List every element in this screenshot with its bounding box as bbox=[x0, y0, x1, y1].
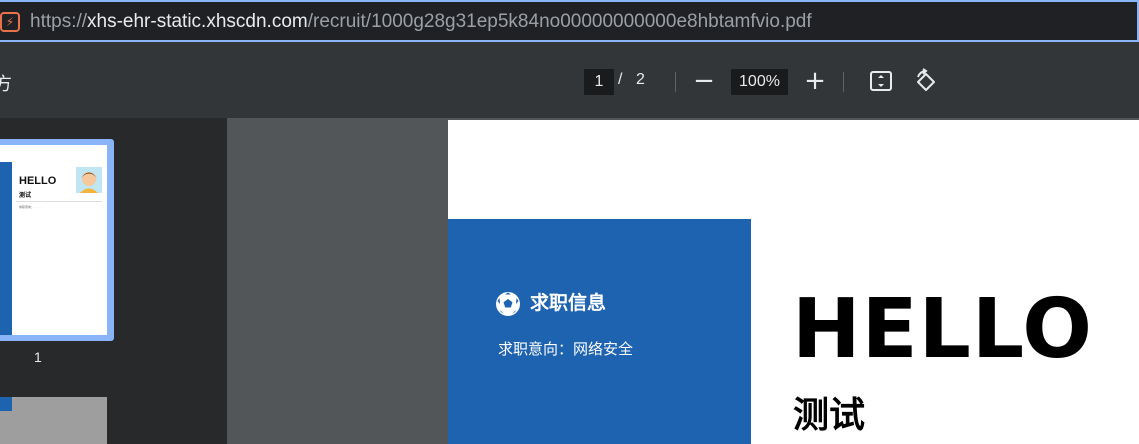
thumbnail-page: HELLO 测试 求职意向：· · · · · bbox=[0, 145, 107, 335]
info-panel: 求职信息 求职意向：网络安全 bbox=[448, 219, 751, 444]
pdf-toolbar: 方 1 / 2 − 100% + bbox=[0, 42, 1139, 118]
url-path: /recruit/1000g28g31ep5k84no00000000000e8… bbox=[307, 11, 812, 32]
url-host: xhs-ehr-static.xhscdn.com bbox=[87, 11, 308, 32]
lightning-icon[interactable]: ⚡ bbox=[0, 12, 20, 32]
thumbnail-accent-block bbox=[0, 162, 12, 335]
soccer-ball-icon bbox=[495, 291, 521, 317]
page-total: 2 bbox=[636, 71, 645, 88]
toolbar-divider bbox=[843, 72, 844, 92]
address-bar[interactable]: ⚡ https://xhs-ehr-static.xhscdn.com/recr… bbox=[0, 0, 1139, 42]
zoom-out-button[interactable]: − bbox=[692, 66, 716, 96]
job-intent: 求职意向：网络安全 bbox=[498, 341, 634, 358]
page-thumbnail-2[interactable] bbox=[0, 397, 107, 444]
page-number-input[interactable]: 1 bbox=[584, 69, 614, 95]
thumbnail-subtitle: 测试 bbox=[19, 193, 32, 199]
page-separator: / bbox=[618, 71, 623, 88]
thumbnail-accent-block bbox=[0, 397, 12, 411]
zoom-in-button[interactable]: + bbox=[803, 66, 827, 96]
url-prefix: https:// bbox=[30, 11, 88, 32]
avatar bbox=[76, 167, 102, 193]
fit-to-page-icon[interactable] bbox=[868, 68, 894, 94]
section-title: 求职信息 bbox=[530, 293, 607, 314]
pdf-page: 求职信息 求职意向：网络安全 HELLO 测试 bbox=[448, 120, 1139, 444]
pdf-viewer[interactable]: 求职信息 求职意向：网络安全 HELLO 测试 bbox=[227, 118, 1139, 444]
hello-heading: HELLO bbox=[792, 282, 1093, 377]
thumbnail-sidebar: HELLO 测试 求职意向：· · · · · 1 bbox=[0, 118, 227, 444]
thumbnail-hello: HELLO bbox=[19, 175, 57, 187]
zoom-level-input[interactable]: 100% bbox=[731, 69, 788, 95]
rotate-icon[interactable] bbox=[912, 68, 940, 96]
page-thumbnail-1[interactable]: HELLO 测试 求职意向：· · · · · bbox=[0, 139, 114, 341]
thumbnail-small-text: 求职意向：· · · · · bbox=[19, 205, 41, 209]
name-heading: 测试 bbox=[793, 394, 866, 435]
toolbar-divider bbox=[675, 72, 676, 92]
document-title-fragment: 方 bbox=[0, 74, 12, 94]
thumbnail-page-number: 1 bbox=[34, 349, 42, 365]
thumbnail-divider bbox=[16, 201, 102, 202]
url-text[interactable]: https://xhs-ehr-static.xhscdn.com/recrui… bbox=[30, 11, 812, 33]
